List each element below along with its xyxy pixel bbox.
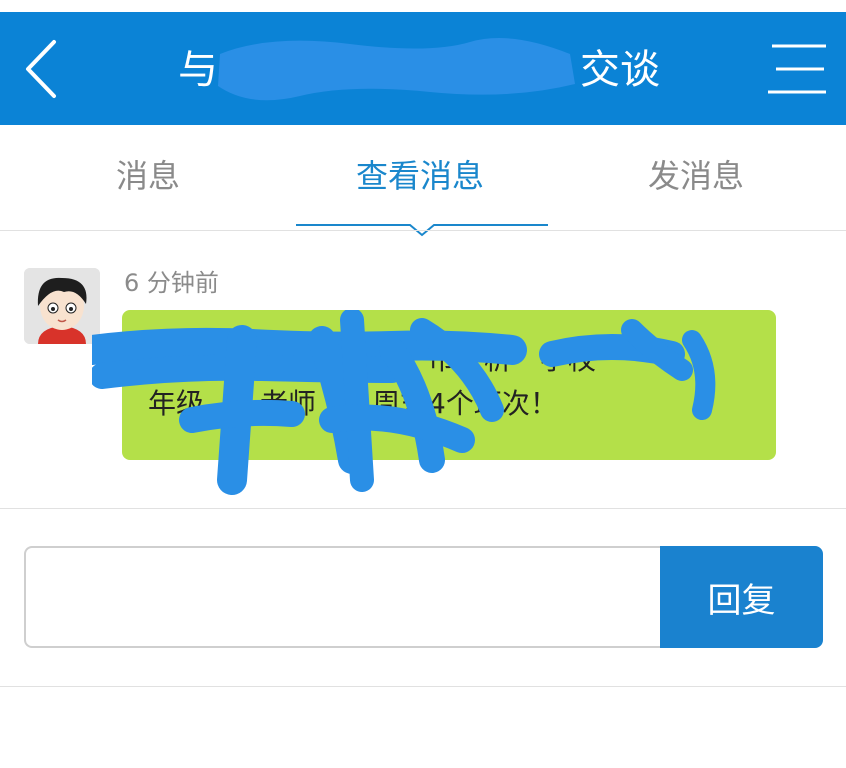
tab-messages[interactable]: 消息: [48, 151, 248, 201]
tab-view-messages[interactable]: 查看消息: [320, 151, 520, 201]
reply-divider: [0, 686, 846, 687]
app-header: 与 交谈: [0, 12, 846, 125]
reply-input[interactable]: [24, 546, 662, 648]
message-time: 6 分钟前: [124, 269, 219, 297]
reply-button[interactable]: 回复: [660, 546, 823, 648]
message-divider: [0, 508, 846, 509]
tab-bar: 消息 查看消息 发消息: [0, 125, 846, 237]
title-redaction-mark: [218, 38, 575, 101]
back-button[interactable]: [18, 36, 74, 102]
chevron-left-icon: [26, 40, 56, 98]
hamburger-menu-icon: [768, 44, 826, 94]
avatar: [24, 268, 100, 344]
title-suffix: 交谈: [580, 47, 660, 93]
tab-send-message[interactable]: 发消息: [596, 151, 796, 201]
tabs-divider: [0, 230, 846, 231]
message-redaction-mark: [92, 310, 716, 495]
cartoon-boy-avatar: [24, 268, 100, 344]
menu-button[interactable]: [764, 40, 830, 98]
status-strip: [0, 0, 846, 12]
page-title: 与 交谈: [150, 38, 710, 101]
message-bubble: 潼 市，析 学校 年级 老师 周末4个班次！: [92, 310, 776, 495]
